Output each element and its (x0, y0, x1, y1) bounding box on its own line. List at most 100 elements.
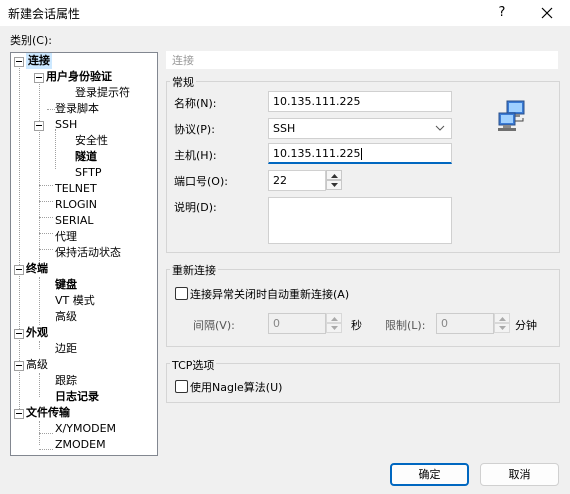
spin-down-button[interactable] (326, 323, 342, 333)
cancel-button[interactable]: 取消 (480, 463, 559, 486)
tree-item-tunnel[interactable]: 隧道 (75, 149, 97, 165)
collapse-icon[interactable] (14, 57, 24, 67)
limit-label: 限制(L): (385, 319, 426, 332)
name-input[interactable]: 10.135.111.225 (268, 91, 452, 112)
tree-line (39, 373, 40, 397)
port-label: 端口号(O): (174, 175, 228, 188)
tree-line (39, 81, 40, 269)
tree-line (39, 217, 53, 218)
tree-item-telnet[interactable]: TELNET (55, 181, 97, 197)
category-label: 类别(C): (10, 34, 52, 47)
tree-line (39, 233, 53, 234)
tree-line (39, 185, 53, 186)
tree-item-user-auth[interactable]: 用户身份验证 (46, 69, 112, 85)
tree-item-ssh[interactable]: SSH (55, 117, 77, 133)
description-label: 说明(D): (174, 201, 217, 214)
panel-header: 连接 (166, 51, 558, 69)
chevron-down-icon (435, 125, 445, 131)
limit-input[interactable]: 0 (436, 313, 494, 334)
category-tree[interactable]: 连接 用户身份验证 登录提示符 登录脚本 SSH 安全性 隧道 SFTP TEL… (10, 52, 158, 456)
title-bar (0, 0, 570, 26)
tree-line (39, 433, 53, 434)
tree-item-keyboard[interactable]: 键盘 (55, 277, 77, 293)
text-caret (361, 148, 363, 160)
description-input[interactable] (268, 197, 452, 244)
general-group-title: 常规 (170, 74, 196, 90)
tree-item-terminal[interactable]: 终端 (26, 261, 48, 277)
port-input[interactable]: 22 (268, 170, 326, 191)
close-button[interactable] (532, 0, 562, 26)
collapse-icon[interactable] (14, 265, 24, 275)
panel-header-title: 连接 (172, 54, 194, 67)
tree-item-serial[interactable]: SERIAL (55, 213, 93, 229)
tree-item-login-script[interactable]: 登录脚本 (55, 101, 99, 117)
arrow-up-icon (331, 174, 338, 178)
tree-line (39, 277, 40, 325)
limit-unit: 分钟 (515, 319, 537, 332)
host-label: 主机(H): (174, 149, 217, 162)
tree-item-sftp[interactable]: SFTP (75, 165, 101, 181)
spin-up-button[interactable] (326, 170, 342, 180)
tree-item-terminal-advanced[interactable]: 高级 (55, 309, 77, 325)
host-value: 10.135.111.225 (273, 147, 361, 160)
tree-item-trace[interactable]: 跟踪 (55, 373, 77, 389)
reconnect-group-title: 重新连接 (170, 262, 218, 278)
collapse-icon[interactable] (14, 361, 24, 371)
interval-label: 间隔(V): (193, 319, 235, 332)
spin-down-button[interactable] (494, 323, 510, 333)
arrow-down-icon (331, 326, 338, 330)
reconnect-group (166, 269, 560, 347)
auto-reconnect-label[interactable]: 连接异常关闭时自动重新连接(A) (190, 286, 349, 302)
tree-item-appearance[interactable]: 外观 (26, 325, 48, 341)
spin-up-button[interactable] (494, 313, 510, 323)
host-input[interactable]: 10.135.111.225 (268, 143, 452, 164)
tree-item-security[interactable]: 安全性 (75, 133, 108, 149)
window-title: 新建会话属性 (8, 7, 81, 21)
limit-spinner[interactable] (494, 313, 510, 334)
auto-reconnect-checkbox[interactable] (175, 287, 188, 300)
tree-line (47, 109, 55, 110)
tree-item-rlogin[interactable]: RLOGIN (55, 197, 97, 213)
tree-line (39, 201, 53, 202)
collapse-icon[interactable] (14, 409, 24, 419)
interval-spinner[interactable] (326, 313, 342, 334)
collapse-icon[interactable] (34, 121, 44, 131)
tree-item-logging[interactable]: 日志记录 (55, 389, 99, 405)
nagle-label[interactable]: 使用Nagle算法(U) (190, 379, 282, 395)
tree-line (39, 449, 53, 450)
arrow-down-icon (331, 183, 338, 187)
ok-button[interactable]: 确定 (390, 463, 469, 486)
tree-item-vt-mode[interactable]: VT 模式 (55, 293, 95, 309)
port-spinner[interactable] (326, 170, 342, 191)
tree-item-connection[interactable]: 连接 (26, 53, 52, 69)
tree-line (55, 129, 56, 169)
arrow-up-icon (499, 317, 506, 321)
tree-item-proxy[interactable]: 代理 (55, 229, 77, 245)
collapse-icon[interactable] (14, 329, 24, 339)
tree-item-keepalive[interactable]: 保持活动状态 (55, 245, 121, 261)
tree-item-advanced[interactable]: 高级 (26, 357, 48, 373)
tree-line (39, 341, 40, 349)
protocol-value: SSH (273, 122, 296, 135)
network-computers-icon (497, 99, 531, 133)
tree-item-margin[interactable]: 边距 (55, 341, 77, 357)
nagle-checkbox[interactable] (175, 380, 188, 393)
name-label: 名称(N): (174, 97, 217, 110)
arrow-up-icon (331, 317, 338, 321)
tree-item-login-prompt[interactable]: 登录提示符 (75, 85, 130, 101)
spin-up-button[interactable] (326, 313, 342, 323)
protocol-select[interactable]: SSH (268, 118, 452, 139)
tcp-group-title: TCP选项 (170, 357, 217, 373)
arrow-down-icon (499, 326, 506, 330)
spin-down-button[interactable] (326, 180, 342, 190)
tree-item-zmodem[interactable]: ZMODEM (55, 437, 106, 453)
close-icon (541, 7, 553, 19)
tree-line (39, 249, 53, 250)
protocol-label: 协议(P): (174, 123, 215, 136)
interval-unit: 秒 (351, 319, 362, 332)
collapse-icon[interactable] (34, 73, 44, 83)
tree-item-xymodem[interactable]: X/YMODEM (55, 421, 116, 437)
tree-item-file-transfer[interactable]: 文件传输 (26, 405, 70, 421)
interval-input[interactable]: 0 (268, 313, 326, 334)
help-button[interactable]: ? (488, 0, 516, 26)
